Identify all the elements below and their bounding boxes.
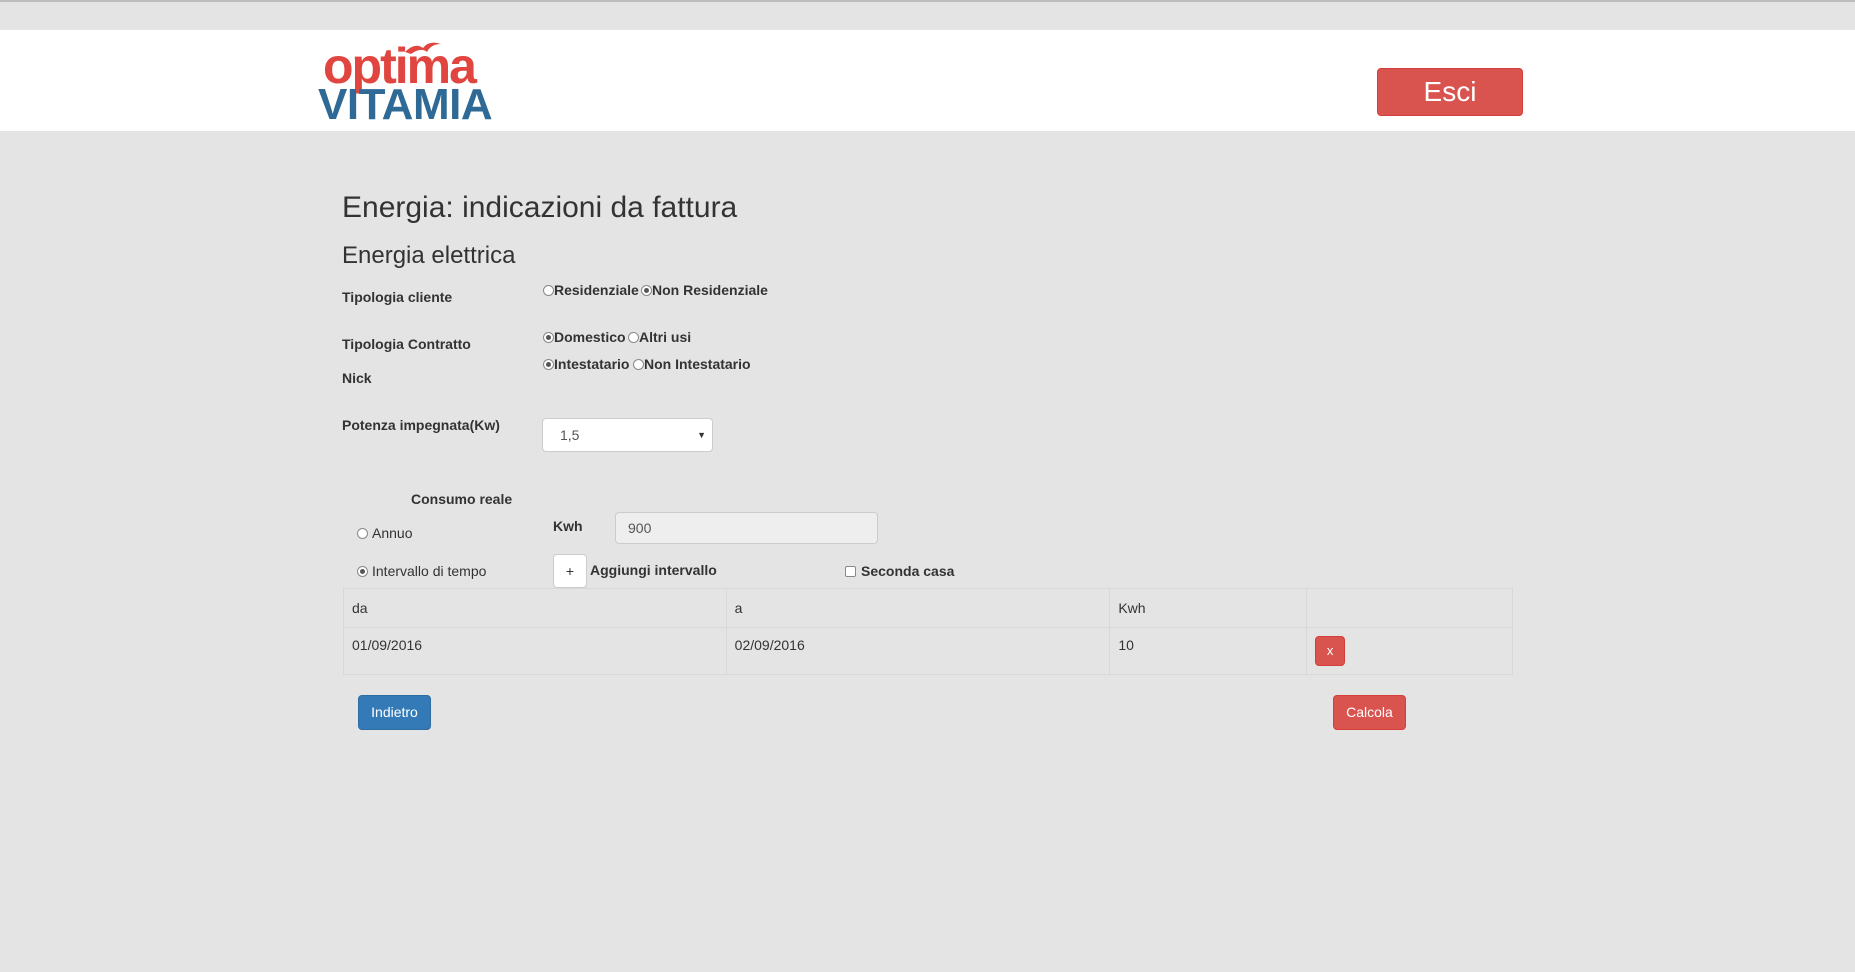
radio-button[interactable] (628, 331, 639, 343)
brand-logo[interactable]: optima VITAMIA (318, 38, 520, 128)
column-header-a: a (725, 588, 1111, 628)
radio-altri-usi-label: Altri usi (639, 329, 692, 345)
cell-da: 01/09/2016 (343, 627, 727, 675)
potenza-select[interactable]: 1,5 ▼ (542, 418, 713, 452)
column-header-da: da (343, 588, 727, 628)
radio-annuo-label: Annuo (372, 525, 413, 541)
radio-residenziale-label: Residenziale (554, 282, 639, 298)
cell-kwh: 10 (1109, 627, 1308, 675)
nick-label: Nick (342, 370, 372, 386)
logout-button[interactable]: Esci (1377, 68, 1523, 116)
checkbox[interactable] (845, 565, 856, 577)
radio-button[interactable] (641, 284, 652, 296)
radio-button[interactable] (543, 284, 554, 296)
radio-button[interactable] (633, 358, 644, 370)
radio-intervallo[interactable]: Intervallo di tempo (357, 562, 486, 580)
seconda-casa-checkbox[interactable]: Seconda casa (845, 562, 954, 580)
tipologia-contratto-label: Tipologia Contratto (342, 336, 471, 352)
radio-button[interactable] (543, 358, 554, 370)
section-title: Energia elettrica (342, 242, 516, 269)
radio-domestico[interactable]: Domestico (543, 328, 626, 346)
remove-row-button[interactable]: x (1315, 636, 1346, 666)
add-interval-button[interactable]: + (553, 554, 587, 588)
caret-down-icon: ▼ (697, 430, 706, 440)
cell-actions: x (1306, 627, 1513, 675)
radio-button[interactable] (543, 331, 554, 343)
potenza-select-value: 1,5 (560, 427, 580, 443)
radio-non-intestatario-label: Non Intestatario (644, 356, 751, 372)
radio-intestatario[interactable]: Intestatario (543, 355, 629, 373)
table-row: 01/09/2016 02/09/2016 10 x (343, 627, 1513, 675)
radio-intervallo-label: Intervallo di tempo (372, 563, 487, 579)
radio-button[interactable] (357, 565, 368, 577)
radio-non-residenziale[interactable]: Non Residenziale (641, 281, 768, 299)
header-bar (0, 30, 1855, 131)
radio-intestatario-label: Intestatario (554, 356, 630, 372)
radio-button[interactable] (357, 527, 368, 539)
page-title: Energia: indicazioni da fattura (342, 191, 738, 224)
radio-domestico-label: Domestico (554, 329, 626, 345)
tipologia-cliente-label: Tipologia cliente (342, 289, 453, 305)
radio-non-intestatario[interactable]: Non Intestatario (633, 355, 751, 373)
seconda-casa-label: Seconda casa (861, 563, 955, 579)
column-header-kwh: Kwh (1109, 588, 1308, 628)
calculate-button[interactable]: Calcola (1333, 695, 1406, 730)
logo-text-bottom: VITAMIA (318, 80, 493, 129)
cell-a: 02/09/2016 (725, 627, 1111, 675)
kwh-label: Kwh (553, 518, 583, 534)
radio-non-residenziale-label: Non Residenziale (652, 282, 768, 298)
consumo-heading: Consumo reale (411, 491, 513, 507)
interval-table: da a Kwh 01/09/2016 02/09/2016 10 x (343, 588, 1513, 675)
back-button[interactable]: Indietro (358, 695, 431, 730)
column-header-actions (1306, 588, 1513, 628)
top-border (0, 0, 1855, 2)
radio-annuo[interactable]: Annuo (357, 524, 412, 542)
add-interval-label: Aggiungi intervallo (590, 562, 717, 578)
potenza-label: Potenza impegnata(Kw) (342, 417, 500, 433)
kwh-input[interactable]: 900 (615, 512, 878, 544)
radio-residenziale[interactable]: Residenziale (543, 281, 639, 299)
table-header-row: da a Kwh (343, 588, 1513, 628)
radio-altri-usi[interactable]: Altri usi (628, 328, 691, 346)
